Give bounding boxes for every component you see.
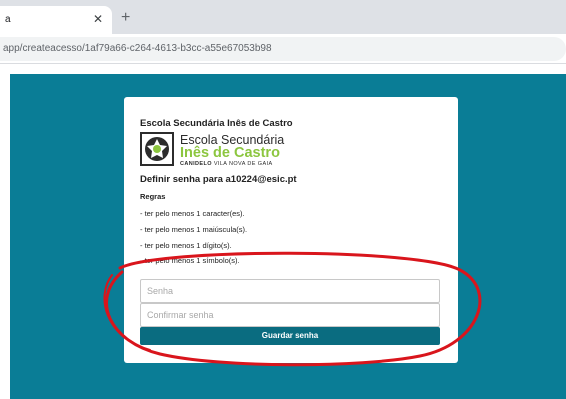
password-input[interactable] — [140, 279, 440, 303]
school-logo: Escola Secundária Inês de Castro CANIDEL… — [140, 132, 300, 168]
rule-item: - ter pelo menos 1 caracter(es). — [140, 209, 245, 218]
logo-text-line3: CANIDELO VILA NOVA DE GAIA — [180, 161, 273, 167]
password-card: Escola Secundária Inês de Castro Escola … — [124, 97, 458, 363]
school-emblem-icon — [140, 132, 174, 166]
rule-item: - ter pelo menos 1 maiúscula(s). — [140, 225, 248, 234]
rule-item: - ter pelo menos 1 dígito(s). — [140, 241, 232, 250]
school-name: Escola Secundária Inês de Castro — [140, 118, 293, 129]
tab-title: a — [5, 14, 11, 25]
rule-item: - ter pelo menos 1 símbolo(s). — [140, 256, 240, 265]
plus-icon[interactable]: + — [121, 10, 130, 26]
browser-tab[interactable]: a ✕ — [0, 6, 112, 34]
page-title: Definir senha para a10224@esic.pt — [140, 174, 297, 185]
url-text: app/createacesso/1af79a66-c264-4613-b3cc… — [3, 43, 272, 54]
logo-text-canidelo: CANIDELO — [180, 161, 212, 167]
save-password-button[interactable]: Guardar senha — [140, 327, 440, 345]
rules-title: Regras — [140, 192, 166, 201]
confirm-password-input[interactable] — [140, 303, 440, 327]
close-icon[interactable]: ✕ — [93, 12, 103, 26]
address-bar: app/createacesso/1af79a66-c264-4613-b3cc… — [0, 34, 566, 64]
logo-text-location: VILA NOVA DE GAIA — [211, 161, 273, 167]
url-field[interactable]: app/createacesso/1af79a66-c264-4613-b3cc… — [0, 37, 566, 61]
logo-text-line2: Inês de Castro — [180, 145, 280, 161]
browser-tabstrip: a ✕ + — [0, 0, 566, 34]
